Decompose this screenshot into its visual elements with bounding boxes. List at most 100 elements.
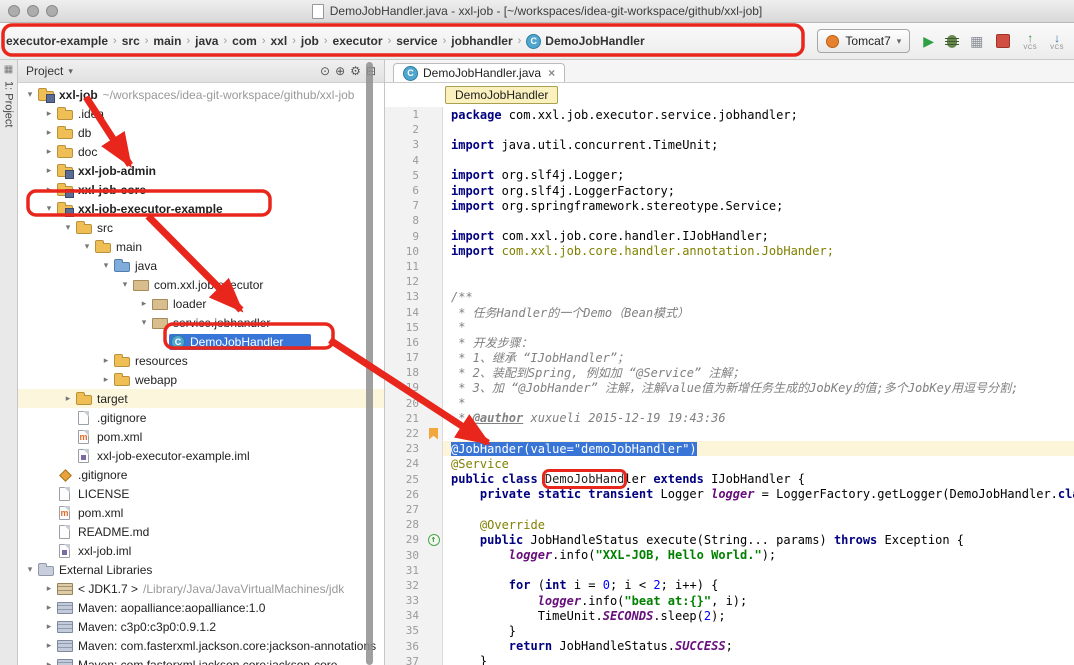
tree-item-loader[interactable]: ▸loader <box>18 294 384 313</box>
code-line-3[interactable]: 3import java.util.concurrent.TimeUnit; <box>385 137 1074 152</box>
tree-item-resources[interactable]: ▸resources <box>18 351 384 370</box>
breadcrumb-item-executor[interactable]: executor <box>329 32 387 50</box>
line-number[interactable]: 13 <box>385 289 425 304</box>
line-number[interactable]: 27 <box>385 502 425 517</box>
run-configuration-selector[interactable]: Tomcat7 ▾ <box>817 29 910 53</box>
gear-icon[interactable]: ⚙ <box>350 64 361 78</box>
tree-item-Maven: aopalliance:aopalliance:1.0[interactable]: ▸Maven: aopalliance:aopalliance:1.0 <box>18 598 384 617</box>
tree-item-main[interactable]: ▾main <box>18 237 384 256</box>
code-line-12[interactable]: 12 <box>385 274 1074 289</box>
breadcrumb-item-jobhandler[interactable]: jobhandler <box>447 32 516 50</box>
line-number[interactable]: 11 <box>385 259 425 274</box>
tree-expand-arrow[interactable]: ▸ <box>43 165 55 176</box>
minimize-window-button[interactable] <box>27 5 39 17</box>
tree-item-.idea[interactable]: ▸.idea <box>18 104 384 123</box>
tree-item-pom.xml[interactable]: mpom.xml <box>18 427 384 446</box>
code-line-16[interactable]: 16 * 开发步骤： <box>385 335 1074 350</box>
project-panel-title[interactable]: Project <box>26 64 63 78</box>
tree-collapse-arrow[interactable]: ▾ <box>100 260 112 271</box>
breadcrumb-item-DemoJobHandler[interactable]: CDemoJobHandler <box>522 32 648 51</box>
line-number[interactable]: 32 <box>385 578 425 593</box>
tree-item-.gitignore[interactable]: .gitignore <box>18 408 384 427</box>
breadcrumb-item-job[interactable]: job <box>297 32 323 50</box>
tree-expand-arrow[interactable]: ▸ <box>43 127 55 138</box>
code-line-24[interactable]: 24@Service <box>385 456 1074 471</box>
coverage-button[interactable]: ▦ <box>970 34 983 48</box>
tree-collapse-arrow[interactable]: ▾ <box>24 89 36 100</box>
tree-item-target[interactable]: ▸target <box>18 389 384 408</box>
tree-expand-arrow[interactable]: ▸ <box>43 621 55 632</box>
code-line-37[interactable]: 37 } <box>385 654 1074 665</box>
code-line-28[interactable]: 28 @Override <box>385 517 1074 532</box>
line-number[interactable]: 37 <box>385 654 425 665</box>
locate-icon[interactable]: ⊙ <box>320 64 330 78</box>
line-number[interactable]: 29 <box>385 532 425 547</box>
code-line-23[interactable]: 23@JobHander(value="demoJobHandler") <box>385 441 1074 456</box>
line-number[interactable]: 33 <box>385 593 425 608</box>
editor-tab-demojobhandler[interactable]: C DemoJobHandler.java × <box>393 63 565 82</box>
line-number[interactable]: 25 <box>385 472 425 487</box>
tree-collapse-arrow[interactable]: ▾ <box>62 222 74 233</box>
line-number[interactable]: 34 <box>385 608 425 623</box>
line-number[interactable]: 4 <box>385 153 425 168</box>
tree-item-xxl-job-admin[interactable]: ▸xxl-job-admin <box>18 161 384 180</box>
tree-item-webapp[interactable]: ▸webapp <box>18 370 384 389</box>
zoom-window-button[interactable] <box>46 5 58 17</box>
breadcrumb-item-java[interactable]: java <box>191 32 222 50</box>
line-number[interactable]: 22 <box>385 426 425 441</box>
tree-expand-arrow[interactable]: ▸ <box>43 108 55 119</box>
tree-item-db[interactable]: ▸db <box>18 123 384 142</box>
breadcrumb-item-executor-example[interactable]: executor-example <box>2 32 112 50</box>
tree-collapse-arrow[interactable]: ▾ <box>43 203 55 214</box>
code-editor[interactable]: 1package com.xxl.job.executor.service.jo… <box>385 107 1074 665</box>
breadcrumb-item-service[interactable]: service <box>392 32 441 50</box>
tree-item-xxl-job.iml[interactable]: xxl-job.iml <box>18 541 384 560</box>
tree-item-xxl-job[interactable]: ▾xxl-job~/workspaces/idea-git-workspace/… <box>18 85 384 104</box>
line-number[interactable]: 17 <box>385 350 425 365</box>
tree-item-java[interactable]: ▾java <box>18 256 384 275</box>
line-number[interactable]: 14 <box>385 304 425 319</box>
tree-expand-arrow[interactable]: ▸ <box>43 640 55 651</box>
code-line-33[interactable]: 33 logger.info("beat at:{}", i); <box>385 593 1074 608</box>
line-number[interactable]: 21 <box>385 411 425 426</box>
breadcrumb-item-main[interactable]: main <box>149 32 185 50</box>
line-number[interactable]: 7 <box>385 198 425 213</box>
tree-expand-arrow[interactable]: ▸ <box>43 146 55 157</box>
code-line-35[interactable]: 35 } <box>385 623 1074 638</box>
filter-icon[interactable]: ⊕ <box>335 64 345 78</box>
stop-button[interactable] <box>996 34 1010 48</box>
line-number[interactable]: 23 <box>385 441 425 456</box>
line-number[interactable]: 16 <box>385 335 425 350</box>
line-number[interactable]: 18 <box>385 365 425 380</box>
line-number[interactable]: 2 <box>385 122 425 137</box>
line-number[interactable]: 6 <box>385 183 425 198</box>
tree-item-pom.xml[interactable]: mpom.xml <box>18 503 384 522</box>
tree-item-com.xxl.job.executor[interactable]: ▾com.xxl.job.executor <box>18 275 384 294</box>
line-number[interactable]: 20 <box>385 396 425 411</box>
tree-item-xxl-job-executor-example.iml[interactable]: xxl-job-executor-example.iml <box>18 446 384 465</box>
code-line-34[interactable]: 34 TimeUnit.SECONDS.sleep(2); <box>385 608 1074 623</box>
tree-scrollbar[interactable] <box>366 62 373 665</box>
tree-expand-arrow[interactable]: ▸ <box>43 602 55 613</box>
line-number[interactable]: 28 <box>385 517 425 532</box>
line-number[interactable]: 12 <box>385 274 425 289</box>
tree-expand-arrow[interactable]: ▸ <box>62 393 74 404</box>
code-line-17[interactable]: 17 * 1、继承 “IJobHandler”； <box>385 350 1074 365</box>
tree-item-xxl-job-core[interactable]: ▸xxl-job-core <box>18 180 384 199</box>
tree-expand-arrow[interactable]: ▸ <box>43 659 55 665</box>
line-number[interactable]: 15 <box>385 320 425 335</box>
tree-item-LICENSE[interactable]: LICENSE <box>18 484 384 503</box>
code-line-29[interactable]: 29↑ public JobHandleStatus execute(Strin… <box>385 532 1074 547</box>
tree-item-doc[interactable]: ▸doc <box>18 142 384 161</box>
code-line-10[interactable]: 10import com.xxl.job.core.handler.annota… <box>385 244 1074 259</box>
code-line-20[interactable]: 20 * <box>385 396 1074 411</box>
gutter-icon-slot[interactable]: ↑ <box>425 532 443 547</box>
tree-item-README.md[interactable]: README.md <box>18 522 384 541</box>
line-number[interactable]: 8 <box>385 213 425 228</box>
tree-expand-arrow[interactable]: ▸ <box>43 583 55 594</box>
tree-collapse-arrow[interactable]: ▾ <box>119 279 131 290</box>
line-number[interactable]: 30 <box>385 547 425 562</box>
run-button[interactable]: ▶ <box>923 34 934 48</box>
code-line-25[interactable]: 25public class DemoJobHandler extends IJ… <box>385 472 1074 487</box>
code-line-4[interactable]: 4 <box>385 153 1074 168</box>
